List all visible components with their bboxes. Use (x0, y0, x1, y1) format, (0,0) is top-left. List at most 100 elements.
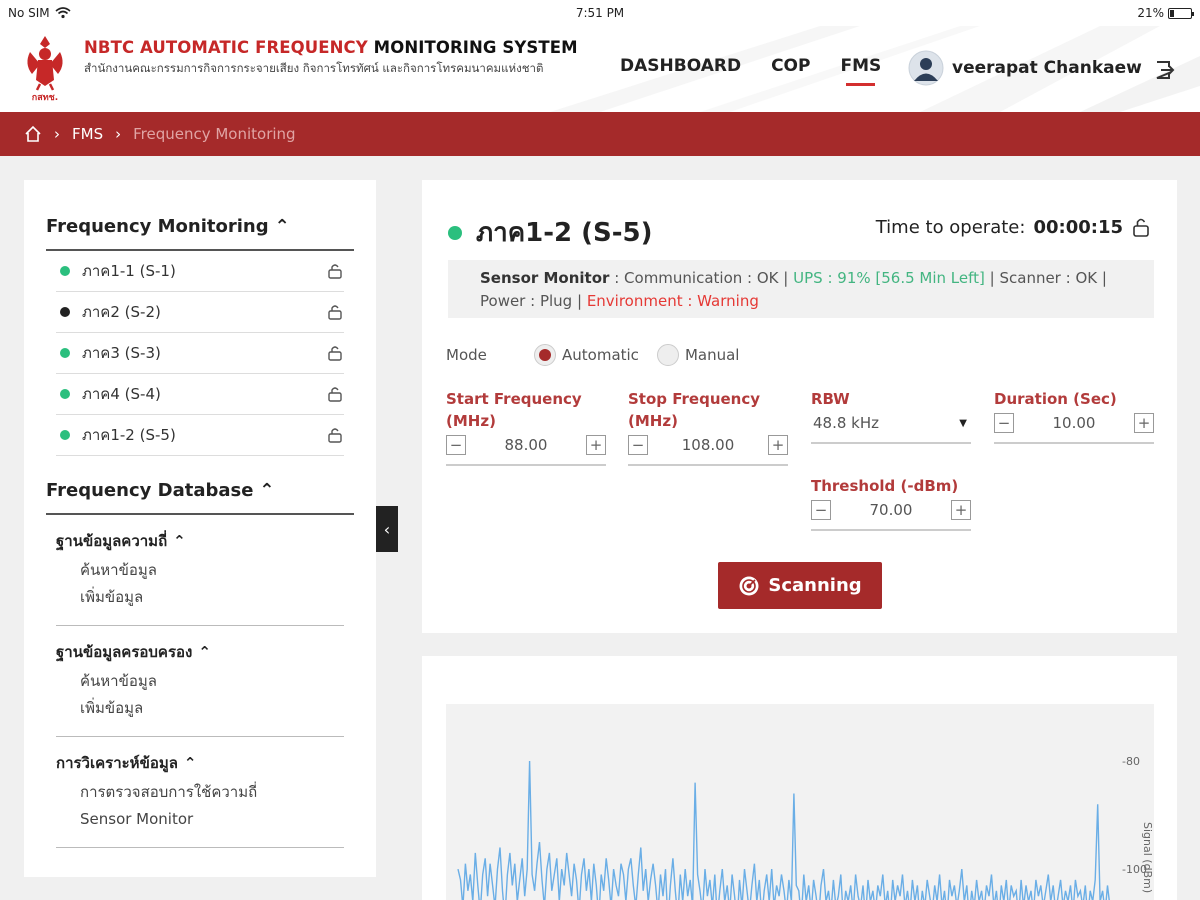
radio-automatic[interactable] (534, 344, 556, 366)
db-link-sensor-monitor[interactable]: Sensor Monitor (80, 806, 344, 833)
db-link-add[interactable]: เพิ่มข้อมูล (80, 584, 344, 611)
monitoring-section-header[interactable]: Frequency Monitoring ⌃ (46, 216, 354, 251)
separator: | (783, 269, 789, 287)
operate-timer: Time to operate: 00:00:15 (876, 216, 1151, 238)
stop-frequency-label: Stop Frequency (MHz) (628, 390, 761, 430)
threshold-field: Threshold (-dBm) − 70.00 + (811, 475, 971, 531)
status-dot (60, 266, 70, 276)
station-label: ภาค2 (S-2) (82, 303, 161, 321)
unlock-icon (328, 264, 342, 279)
db-group-title: ฐานข้อมูลความถี่ (56, 532, 168, 550)
station-item[interactable]: ภาค1-1 (S-1) (56, 251, 344, 292)
battery-icon (1168, 7, 1194, 19)
status-bar: No SIM 7:51 PM 21% (0, 0, 1200, 26)
scanning-label: Scanning (768, 575, 862, 596)
unlock-icon (328, 346, 342, 361)
increment-button[interactable]: + (585, 435, 606, 455)
db-group: การวิเคราะห์ข้อมูล ⌃ การตรวจสอบการใช้ความ… (56, 737, 344, 848)
battery-percent: 21% (1137, 6, 1164, 20)
chevron-right-icon: › (54, 125, 60, 143)
sensor-environment: Environment : Warning (586, 292, 759, 310)
unlock-icon (328, 428, 342, 443)
chevron-right-icon: › (115, 125, 122, 143)
db-link-add[interactable]: เพิ่มข้อมูล (80, 695, 344, 722)
db-group-header[interactable]: ฐานข้อมูลความถี่ ⌃ (56, 529, 344, 553)
app-title-red: NBTC AUTOMATIC FREQUENCY (84, 38, 368, 57)
unlock-icon (328, 305, 342, 320)
home-icon[interactable] (24, 125, 42, 143)
chevron-up-icon: ⌃ (274, 216, 290, 237)
rbw-select[interactable]: 48.8 kHz ▼ (811, 410, 971, 444)
brand-block: NBTC AUTOMATIC FREQUENCY MONITORING SYST… (84, 38, 594, 76)
sensor-power: Power : Plug (480, 292, 573, 310)
separator: | (576, 292, 583, 310)
station-list: ภาค1-1 (S-1) ภาค2 (S-2) ภาค3 (S-3) ภาค4 … (46, 251, 354, 456)
decrement-button[interactable]: − (811, 500, 831, 520)
start-frequency-value[interactable]: 88.00 (505, 436, 548, 454)
db-link-usage-check[interactable]: การตรวจสอบการใช้ความถี่ (80, 779, 344, 806)
radio-manual[interactable] (656, 344, 679, 366)
unlock-icon (328, 387, 342, 402)
db-group: ฐานข้อมูลความถี่ ⌃ ค้นหาข้อมูล เพิ่มข้อมู… (56, 515, 344, 626)
stop-frequency-value[interactable]: 108.00 (682, 436, 735, 454)
breadcrumb-fms[interactable]: FMS (72, 125, 103, 143)
duration-label: Duration (Sec) (994, 390, 1117, 408)
mode-label: Mode (446, 346, 487, 364)
mode-manual-label[interactable]: Manual (685, 346, 740, 364)
y-axis-label: Signal (dBm) (1141, 822, 1154, 893)
spectrum-chart: -80-100Signal (dBm) (457, 755, 1154, 900)
logout-icon[interactable] (1152, 58, 1176, 82)
db-link-search[interactable]: ค้นหาข้อมูล (80, 557, 344, 584)
threshold-value[interactable]: 70.00 (870, 501, 913, 519)
sensor-communication: : Communication : OK (614, 269, 779, 287)
database-section-title: Frequency Database (46, 480, 254, 501)
increment-button[interactable]: + (768, 435, 788, 455)
user-avatar-icon (908, 50, 944, 86)
start-frequency-stepper: − 88.00 + (446, 432, 606, 466)
user-name: veerapat Chankaew (952, 58, 1142, 78)
nav-cop[interactable]: COP (771, 56, 810, 76)
separator: | (989, 269, 995, 287)
decrement-button[interactable]: − (446, 435, 466, 455)
station-header: ภาค1-2 (S-5) (448, 212, 653, 253)
nav-fms[interactable]: FMS (840, 56, 881, 86)
decrement-button[interactable]: − (628, 435, 648, 455)
app-title-black: MONITORING SYSTEM (373, 38, 578, 57)
station-item[interactable]: ภาค4 (S-4) (56, 374, 344, 415)
increment-button[interactable]: + (1133, 413, 1154, 433)
timer-value: 00:00:15 (1033, 216, 1123, 238)
db-group: ฐานข้อมูลครอบครอง ⌃ ค้นหาข้อมูล เพิ่มข้อม… (56, 626, 344, 737)
duration-value[interactable]: 10.00 (1053, 414, 1096, 432)
rbw-label: RBW (811, 390, 850, 408)
app-title: NBTC AUTOMATIC FREQUENCY MONITORING SYST… (84, 38, 594, 57)
app-header: กสทช. NBTC AUTOMATIC FREQUENCY MONITORIN… (0, 26, 1200, 112)
station-item[interactable]: ภาค1-2 (S-5) (56, 415, 344, 456)
threshold-stepper: − 70.00 + (811, 497, 971, 531)
status-dot (60, 430, 70, 440)
db-link-search[interactable]: ค้นหาข้อมูล (80, 668, 344, 695)
increment-button[interactable]: + (950, 500, 971, 520)
breadcrumb-current: Frequency Monitoring (133, 125, 296, 143)
db-group-header[interactable]: การวิเคราะห์ข้อมูล ⌃ (56, 751, 344, 775)
nav-dashboard[interactable]: DASHBOARD (620, 56, 741, 76)
database-section-header[interactable]: Frequency Database ⌃ (46, 480, 354, 515)
station-item[interactable]: ภาค2 (S-2) (56, 292, 344, 333)
db-group-header[interactable]: ฐานข้อมูลครอบครอง ⌃ (56, 640, 344, 664)
stop-frequency-field: Stop Frequency (MHz) − 108.00 + (628, 388, 788, 466)
spectrum-line (457, 760, 1110, 900)
station-item[interactable]: ภาค3 (S-3) (56, 333, 344, 374)
threshold-label: Threshold (-dBm) (811, 477, 959, 495)
unlock-icon[interactable] (1131, 216, 1151, 238)
nbtc-logo: กสทช. (27, 36, 63, 102)
db-group-title: การวิเคราะห์ข้อมูล (56, 754, 178, 772)
station-status-dot (448, 225, 462, 240)
start-frequency-field: Start Frequency (MHz) − 88.00 + (446, 388, 606, 466)
mode-automatic-label[interactable]: Automatic (562, 346, 639, 364)
scanning-button[interactable]: Scanning (718, 562, 882, 609)
sensor-scanner: Scanner (999, 269, 1061, 287)
decrement-button[interactable]: − (994, 413, 1014, 433)
user-menu[interactable]: veerapat Chankaew (908, 50, 1142, 86)
chevron-up-icon: ⌃ (173, 532, 186, 550)
station-label: ภาค1-2 (S-5) (82, 426, 176, 444)
collapse-sidebar-button[interactable]: ‹ (376, 506, 398, 552)
